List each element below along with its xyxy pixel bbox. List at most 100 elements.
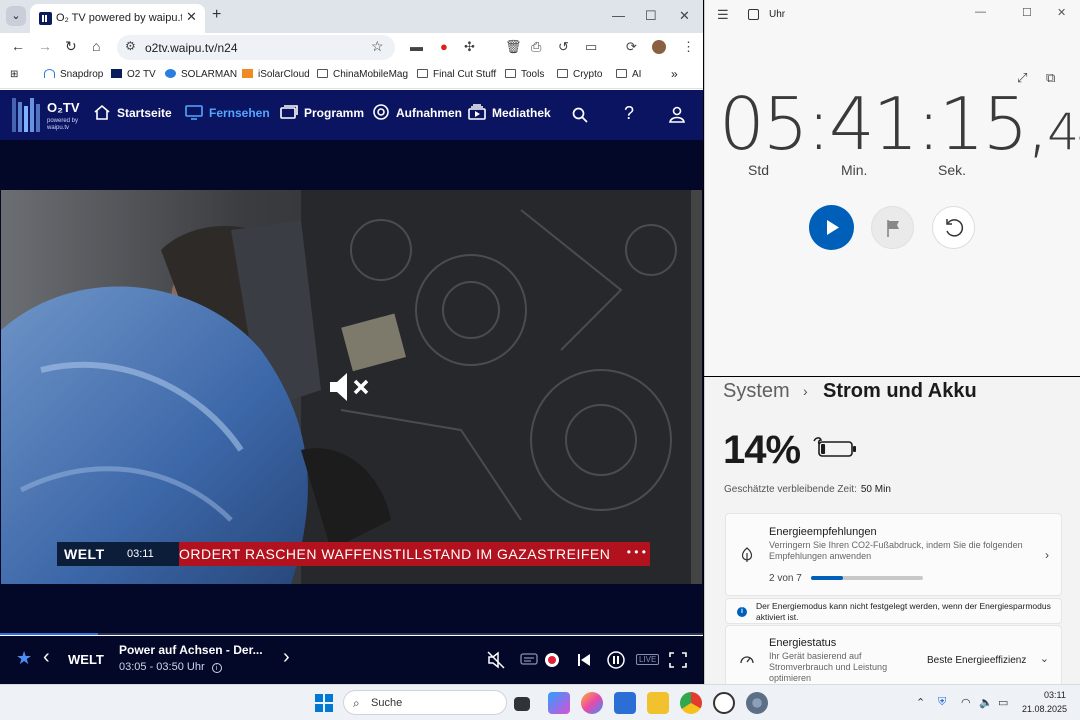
stopwatch-hours: 05 xyxy=(719,82,809,166)
extension-icon[interactable]: ▬ xyxy=(410,39,423,54)
mute-toggle-icon[interactable] xyxy=(487,651,505,669)
new-tab-button[interactable]: + xyxy=(212,6,221,24)
task-view-icon[interactable] xyxy=(514,697,530,711)
clock-app-taskbar-icon[interactable] xyxy=(713,692,735,714)
battery-icon[interactable]: ▭ xyxy=(998,696,1008,709)
copilot-icon[interactable] xyxy=(581,692,603,714)
wifi-icon[interactable]: ◠ xyxy=(961,696,971,709)
info-icon[interactable]: i xyxy=(211,663,222,673)
close-window-icon[interactable]: ✕ xyxy=(1057,6,1066,19)
breadcrumb-system[interactable]: System xyxy=(723,380,790,403)
rec-description: Verringern Sie Ihren CO2-Fußabdruck, ind… xyxy=(769,540,1023,561)
nav-fernsehen[interactable]: Fernsehen xyxy=(185,104,270,126)
playback-progress[interactable] xyxy=(0,633,703,635)
welt-logo: WELT xyxy=(64,546,105,562)
snipping-tool-icon[interactable] xyxy=(548,692,570,714)
bookmark-snapdrop[interactable]: Snapdrop xyxy=(44,69,103,80)
site-settings-icon[interactable]: ⚙ xyxy=(125,39,136,53)
tab-search-button[interactable]: ⌄ xyxy=(6,6,26,26)
bookmarks-bar: ⊞ Snapdrop O2 TV SOLARMAN iSolarCloud Ch… xyxy=(0,62,703,89)
lap-button[interactable] xyxy=(871,206,914,249)
reading-mode-icon[interactable]: ▭ xyxy=(585,39,597,55)
reset-icon xyxy=(946,219,964,237)
start-button[interactable] xyxy=(809,205,854,250)
sync-icon[interactable]: ⟳ xyxy=(626,39,637,55)
energy-recommendations-card[interactable]: Energieempfehlungen Verringern Sie Ihren… xyxy=(725,513,1062,596)
subtitles-icon[interactable] xyxy=(520,653,538,667)
flag-icon xyxy=(887,220,899,237)
video-player[interactable]: WELT 03:11 ORDERT RASCHEN WAFFENSTILLSTA… xyxy=(0,140,703,635)
pause-icon[interactable] xyxy=(607,651,625,669)
program-title[interactable]: Power auf Achsen - Der... xyxy=(119,643,269,657)
file-explorer-icon[interactable] xyxy=(647,692,669,714)
defender-shield-icon[interactable]: ⛨ xyxy=(938,696,946,709)
nav-programm[interactable]: Programm xyxy=(280,104,364,126)
account-icon[interactable] xyxy=(669,106,685,123)
welt-logo-box: WELT 03:11 xyxy=(57,542,179,566)
o2tv-logo-text: O₂TV xyxy=(47,100,80,115)
maximize-icon[interactable]: ☐ xyxy=(645,8,657,24)
chrome-icon[interactable] xyxy=(680,692,702,714)
video-frame[interactable]: WELT 03:11 ORDERT RASCHEN WAFFENSTILLSTA… xyxy=(1,190,702,584)
back-icon[interactable]: ← xyxy=(11,38,25,54)
volume-icon[interactable]: 🔈 xyxy=(979,696,993,709)
energy-mode-select[interactable]: Beste Energieeffizienz xyxy=(927,655,1026,666)
skip-to-start-icon[interactable] xyxy=(577,653,591,667)
nav-aufnahmen[interactable]: Aufnahmen xyxy=(372,104,462,126)
chevron-down-icon[interactable]: ⌄ xyxy=(1040,652,1049,665)
minimize-icon[interactable]: — xyxy=(612,8,625,23)
reload-icon[interactable]: ↻ xyxy=(65,38,77,55)
close-window-icon[interactable]: ✕ xyxy=(679,8,690,24)
o2tv-logo[interactable]: O₂TV powered by waipu.tv xyxy=(12,96,84,134)
address-bar[interactable]: ⚙ o2tv.waipu.tv/n24 ☆ xyxy=(117,35,395,60)
taskbar-date[interactable]: 21.08.2025 xyxy=(1022,704,1067,714)
hamburger-menu-icon[interactable]: ☰ xyxy=(717,7,729,23)
more-bookmarks-icon[interactable]: » xyxy=(671,67,678,81)
bookmark-folder-ai[interactable]: AI xyxy=(616,69,641,80)
previous-channel-icon[interactable]: ‹ xyxy=(43,646,50,669)
help-icon[interactable]: ? xyxy=(624,103,634,124)
rec-progress-bar xyxy=(811,576,923,580)
settings-gear-icon[interactable] xyxy=(746,692,768,714)
bookmark-isolarcloud[interactable]: iSolarCloud xyxy=(242,69,310,80)
apps-grid-icon[interactable]: ⊞ xyxy=(10,69,18,80)
bookmark-folder-finalcut[interactable]: Final Cut Stuff xyxy=(417,69,496,80)
minimize-icon[interactable]: — xyxy=(975,6,986,18)
next-channel-icon[interactable]: › xyxy=(283,646,290,669)
bookmark-folder-tools[interactable]: Tools xyxy=(505,69,544,80)
bookmark-star-icon[interactable]: ☆ xyxy=(371,38,384,55)
tab-close-icon[interactable]: ✕ xyxy=(186,9,197,25)
bookmark-o2tv[interactable]: O2 TV xyxy=(111,69,156,80)
home-icon[interactable]: ⌂ xyxy=(92,38,100,54)
print-icon[interactable]: ⎙ xyxy=(531,39,541,55)
forward-icon[interactable]: → xyxy=(38,38,52,54)
energy-status-card[interactable]: Energiestatus Ihr Gerät basierend auf St… xyxy=(725,625,1062,684)
start-button[interactable] xyxy=(315,694,333,712)
maximize-icon[interactable]: ☐ xyxy=(1022,6,1032,19)
store-icon[interactable] xyxy=(614,692,636,714)
extensions-puzzle-icon[interactable]: ✣ xyxy=(464,39,475,55)
live-badge[interactable]: LIVE xyxy=(636,654,660,665)
nav-mediathek[interactable]: Mediathek xyxy=(468,104,551,126)
bookmark-folder-crypto[interactable]: Crypto xyxy=(557,69,602,80)
profile-avatar[interactable] xyxy=(652,40,666,54)
folder-icon xyxy=(417,69,428,78)
nav-startseite[interactable]: Startseite xyxy=(93,104,172,126)
bookmark-folder-chinamobilemag[interactable]: ChinaMobileMag xyxy=(317,69,408,80)
search-icon[interactable] xyxy=(572,107,588,123)
taskbar-search[interactable]: ⌕ Suche xyxy=(343,690,507,715)
bookmark-label: SOLARMAN xyxy=(181,69,238,80)
bookmark-solarman[interactable]: SOLARMAN xyxy=(165,69,237,80)
record-button[interactable] xyxy=(545,653,559,667)
info-icon: i xyxy=(737,607,747,617)
browser-tab[interactable]: O₂ TV powered by waipu.tv - Fe ✕ xyxy=(30,4,205,33)
taskbar-time[interactable]: 03:11 xyxy=(1044,690,1066,700)
history-icon[interactable]: ↺ xyxy=(558,39,569,55)
tray-overflow-icon[interactable]: ⌃ xyxy=(916,696,925,709)
reset-button[interactable] xyxy=(932,206,975,249)
favorite-star-icon[interactable]: ★ xyxy=(16,648,32,669)
delete-icon[interactable]: 🗑 xyxy=(505,39,522,55)
extension-red-icon[interactable]: ● xyxy=(440,39,448,54)
fullscreen-icon[interactable] xyxy=(669,652,687,668)
menu-dots-icon[interactable]: ⋮ xyxy=(682,39,695,55)
